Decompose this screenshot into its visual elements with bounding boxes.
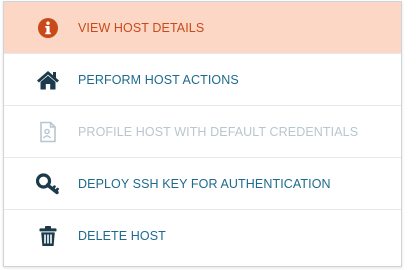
menu-item-deploy-ssh-key[interactable]: DEPLOY SSH KEY FOR AUTHENTICATION: [4, 158, 401, 210]
menu-item-label: VIEW HOST DETAILS: [78, 20, 205, 35]
menu-item-view-host-details[interactable]: VIEW HOST DETAILS: [4, 2, 401, 54]
key-icon: [36, 172, 60, 196]
home-icon: [36, 68, 60, 92]
menu-item-label: DELETE HOST: [78, 229, 166, 243]
menu-item-label: DEPLOY SSH KEY FOR AUTHENTICATION: [78, 176, 331, 191]
menu-item-profile-host-default-credentials: PROFILE HOST WITH DEFAULT CREDENTIALS: [4, 106, 401, 158]
trash-icon: [36, 224, 60, 248]
menu-item-label: PROFILE HOST WITH DEFAULT CREDENTIALS: [78, 124, 359, 139]
info-circle-icon: [36, 16, 60, 40]
profile-document-icon: [36, 120, 60, 144]
menu-item-delete-host[interactable]: DELETE HOST: [4, 210, 401, 262]
menu-item-label: PERFORM HOST ACTIONS: [78, 72, 239, 87]
menu-item-perform-host-actions[interactable]: PERFORM HOST ACTIONS: [4, 54, 401, 106]
host-actions-menu: VIEW HOST DETAILS PERFORM HOST ACTIONS P…: [3, 1, 402, 267]
